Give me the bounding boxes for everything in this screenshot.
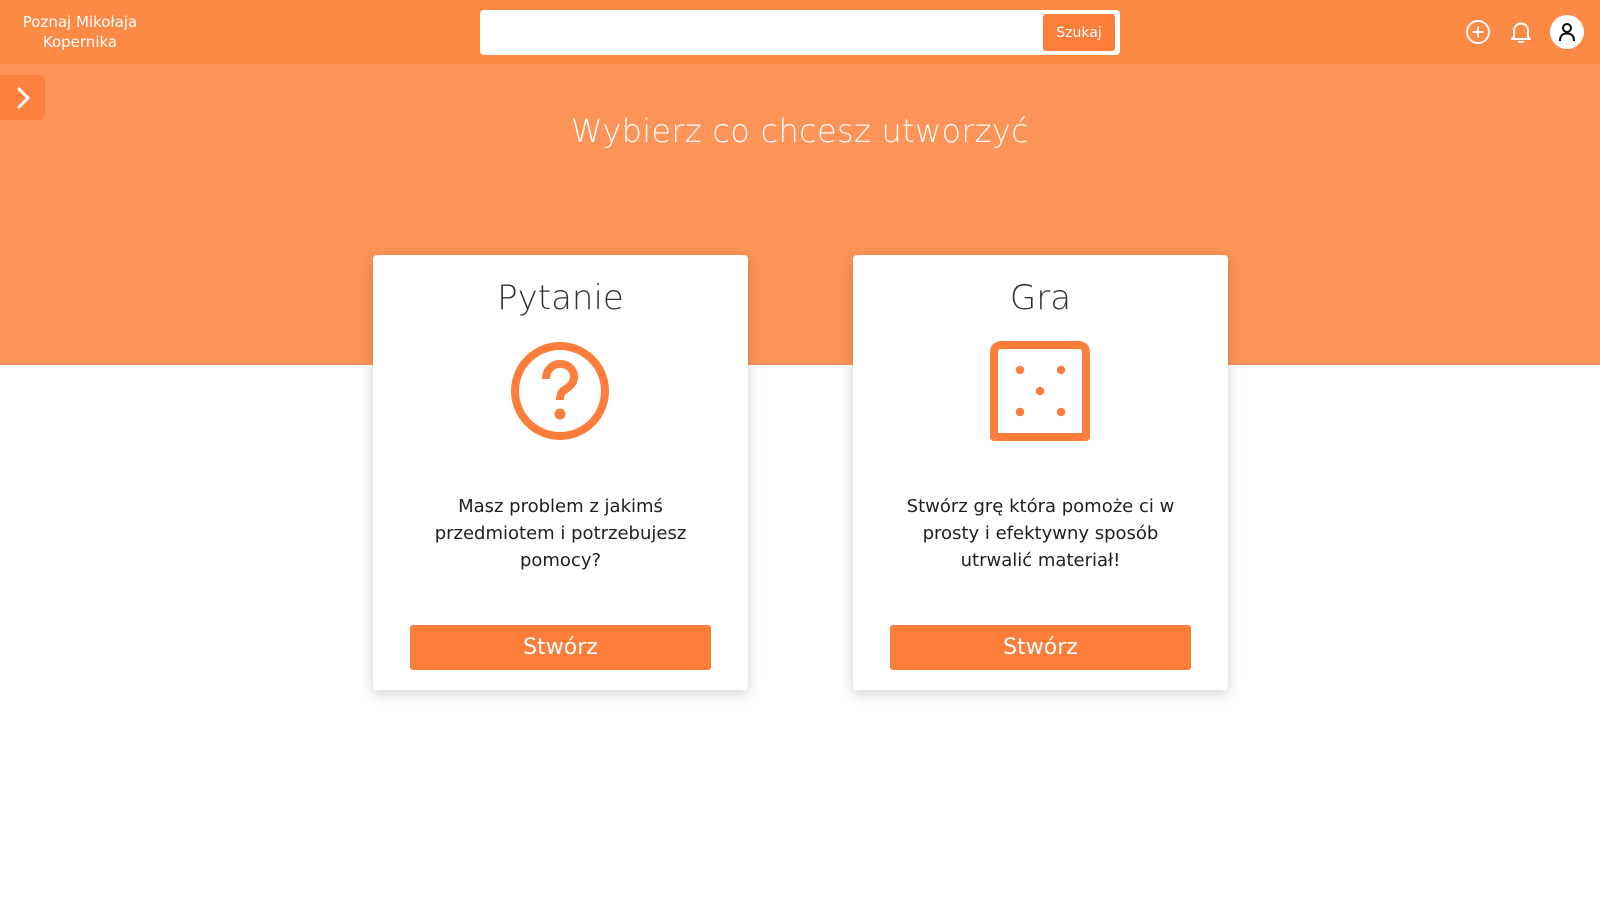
search-bar: Szukaj <box>480 10 1120 55</box>
user-icon <box>1557 22 1577 42</box>
add-circle-icon[interactable] <box>1462 16 1494 48</box>
create-game-button[interactable]: Stwórz <box>890 625 1191 670</box>
create-game-card: Gra Stwórz grę która pomoże ci w prosty … <box>853 255 1228 690</box>
top-navbar: Poznaj Mikołaja Kopernika Szukaj <box>0 0 1600 64</box>
card-description: Stwórz grę która pomoże ci w prosty i ef… <box>906 496 1175 571</box>
hero-banner <box>0 64 1600 365</box>
brand-logo-text[interactable]: Poznaj Mikołaja Kopernika <box>10 12 150 52</box>
card-title: Pytanie <box>497 278 624 318</box>
user-avatar[interactable] <box>1550 15 1584 49</box>
card-description: Masz problem z jakimś przedmiotem i potr… <box>434 496 687 571</box>
dice-icon <box>990 341 1090 441</box>
question-circle-icon <box>510 341 610 441</box>
search-button[interactable]: Szukaj <box>1043 14 1115 51</box>
chevron-right-icon <box>13 86 33 110</box>
card-title: Gra <box>1009 278 1072 318</box>
create-question-card: Pytanie Masz problem z jakimś przedmiote… <box>373 255 748 690</box>
create-question-button[interactable]: Stwórz <box>410 625 711 670</box>
page-title: Wybierz co chcesz utworzyć <box>570 112 1030 150</box>
bell-icon[interactable] <box>1505 16 1537 48</box>
search-input[interactable] <box>486 15 1041 50</box>
